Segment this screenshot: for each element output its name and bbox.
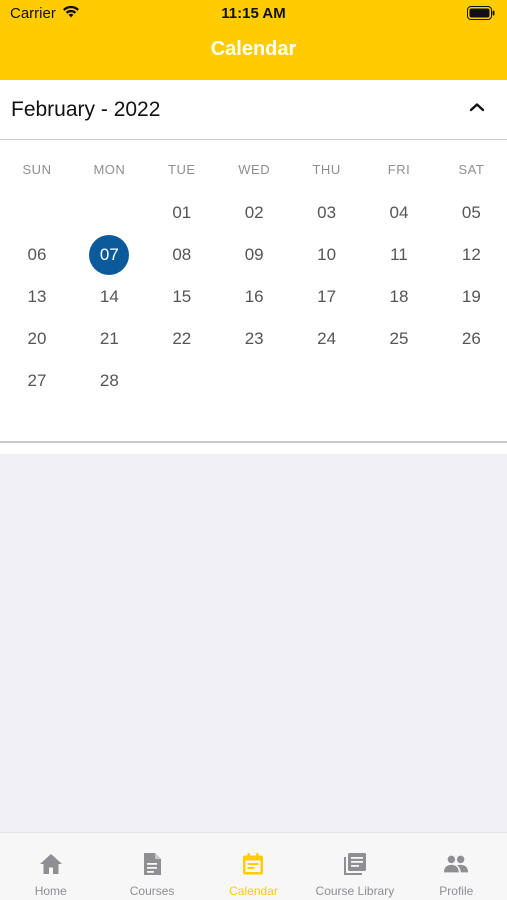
status-bar: Carrier 11:15 AM [0,0,507,28]
tab-bar: Home Courses Calendar Course Library Pro… [0,832,507,900]
calendar-day[interactable]: 04 [379,193,419,233]
tab-label-course-library: Course Library [315,884,395,898]
tab-courses[interactable]: Courses [101,833,202,900]
calendar-day[interactable]: 06 [17,235,57,275]
tab-label-courses: Courses [129,884,175,898]
calendar-day[interactable]: 26 [451,319,491,359]
people-icon [443,851,469,877]
calendar-day[interactable]: 08 [162,235,202,275]
chevron-up-icon [469,99,485,117]
tab-course-library[interactable]: Course Library [304,833,405,900]
calendar-day[interactable]: 16 [234,277,274,317]
calendar-day[interactable]: 18 [379,277,419,317]
calendar-day[interactable]: 28 [89,361,129,401]
month-calendar: SUN MON TUE WED THU FRI SAT 01 02 03 04 05 06 07 08 09… [0,140,507,442]
weekday-thu: THU [312,162,341,177]
weekday-fri: FRI [387,162,411,177]
weekday-header: SUN MON TUE WED THU FRI SAT [0,162,507,182]
tab-label-profile: Profile [439,884,474,898]
tab-profile[interactable]: Profile [406,833,507,900]
home-icon [38,851,64,877]
calendar-day[interactable]: 02 [234,193,274,233]
battery-icon [467,6,495,24]
calendar-day[interactable]: 27 [17,361,57,401]
calendar-day[interactable]: 20 [17,319,57,359]
tab-label-calendar: Calendar [229,884,278,898]
calendar-day[interactable]: 14 [89,277,129,317]
tab-home[interactable]: Home [0,833,101,900]
calendar-day[interactable]: 17 [307,277,347,317]
collapse-calendar-button[interactable] [465,96,489,120]
calendar-day[interactable]: 11 [379,235,419,275]
tab-label-home: Home [34,884,67,898]
calendar-day[interactable]: 01 [162,193,202,233]
calendar-day[interactable]: 03 [307,193,347,233]
calendar-day[interactable]: 15 [162,277,202,317]
calendar-day[interactable]: 22 [162,319,202,359]
weekday-wed: WED [238,162,271,177]
weekday-tue: TUE [168,162,196,177]
calendar-day[interactable]: 05 [451,193,491,233]
divider [0,441,507,443]
weekday-sun: SUN [22,162,52,177]
selected-day[interactable]: 07 [89,235,130,275]
top-bar: Carrier 11:15 AM Calendar [0,0,507,80]
weekday-mon: MON [93,162,126,177]
tab-calendar[interactable]: Calendar [203,833,304,900]
calendar-day[interactable]: 25 [379,319,419,359]
weekday-sat: SAT [458,162,485,177]
calendar-icon [240,851,266,877]
library-icon [342,851,368,877]
calendar-day[interactable]: 24 [307,319,347,359]
page-title: Calendar [210,38,297,60]
calendar-day[interactable]: 10 [307,235,347,275]
events-list-area [0,454,507,832]
calendar-day[interactable]: 19 [451,277,491,317]
calendar-day[interactable]: 09 [234,235,274,275]
month-header: February - 2022 [0,80,507,140]
month-label: February - 2022 [11,98,161,121]
calendar-day[interactable]: 13 [17,277,57,317]
document-icon [139,851,165,877]
calendar-day[interactable]: 21 [89,319,129,359]
status-time: 11:15 AM [221,5,286,22]
calendar-day[interactable]: 23 [234,319,274,359]
calendar-day[interactable]: 12 [451,235,491,275]
